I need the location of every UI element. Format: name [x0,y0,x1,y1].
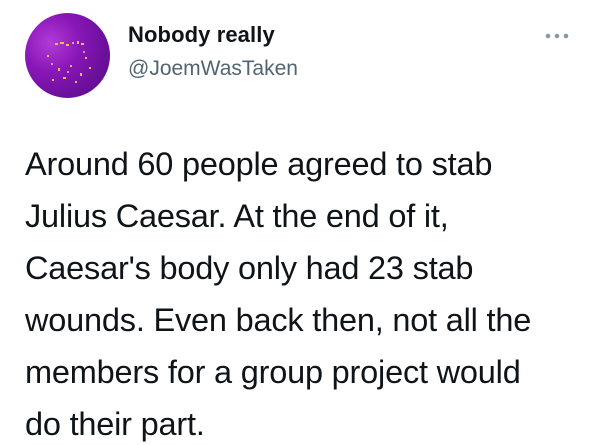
tweet-card: Nobody really @JoemWasTaken Around 60 pe… [0,0,599,445]
avatar-image-icon [47,41,91,83]
tweet-text-line: Julius Caesar. At the end of it, [25,198,449,234]
tweet-text-line: do their part. [25,406,205,442]
tweet-text-line: Around 60 people agreed to stab [25,146,493,182]
tweet-text-line: Caesar's body only had 23 stab [25,250,474,286]
author-display-name[interactable]: Nobody really [128,22,275,48]
tweet-text-line: members for a group project would [25,354,521,390]
tweet-text-line: wounds. Even back then, not all the [25,302,532,338]
tweet-text: Around 60 people agreed to stab Julius C… [25,138,585,445]
more-options-icon[interactable] [544,28,570,39]
avatar[interactable] [25,13,110,98]
author-handle[interactable]: @JoemWasTaken [128,57,298,81]
